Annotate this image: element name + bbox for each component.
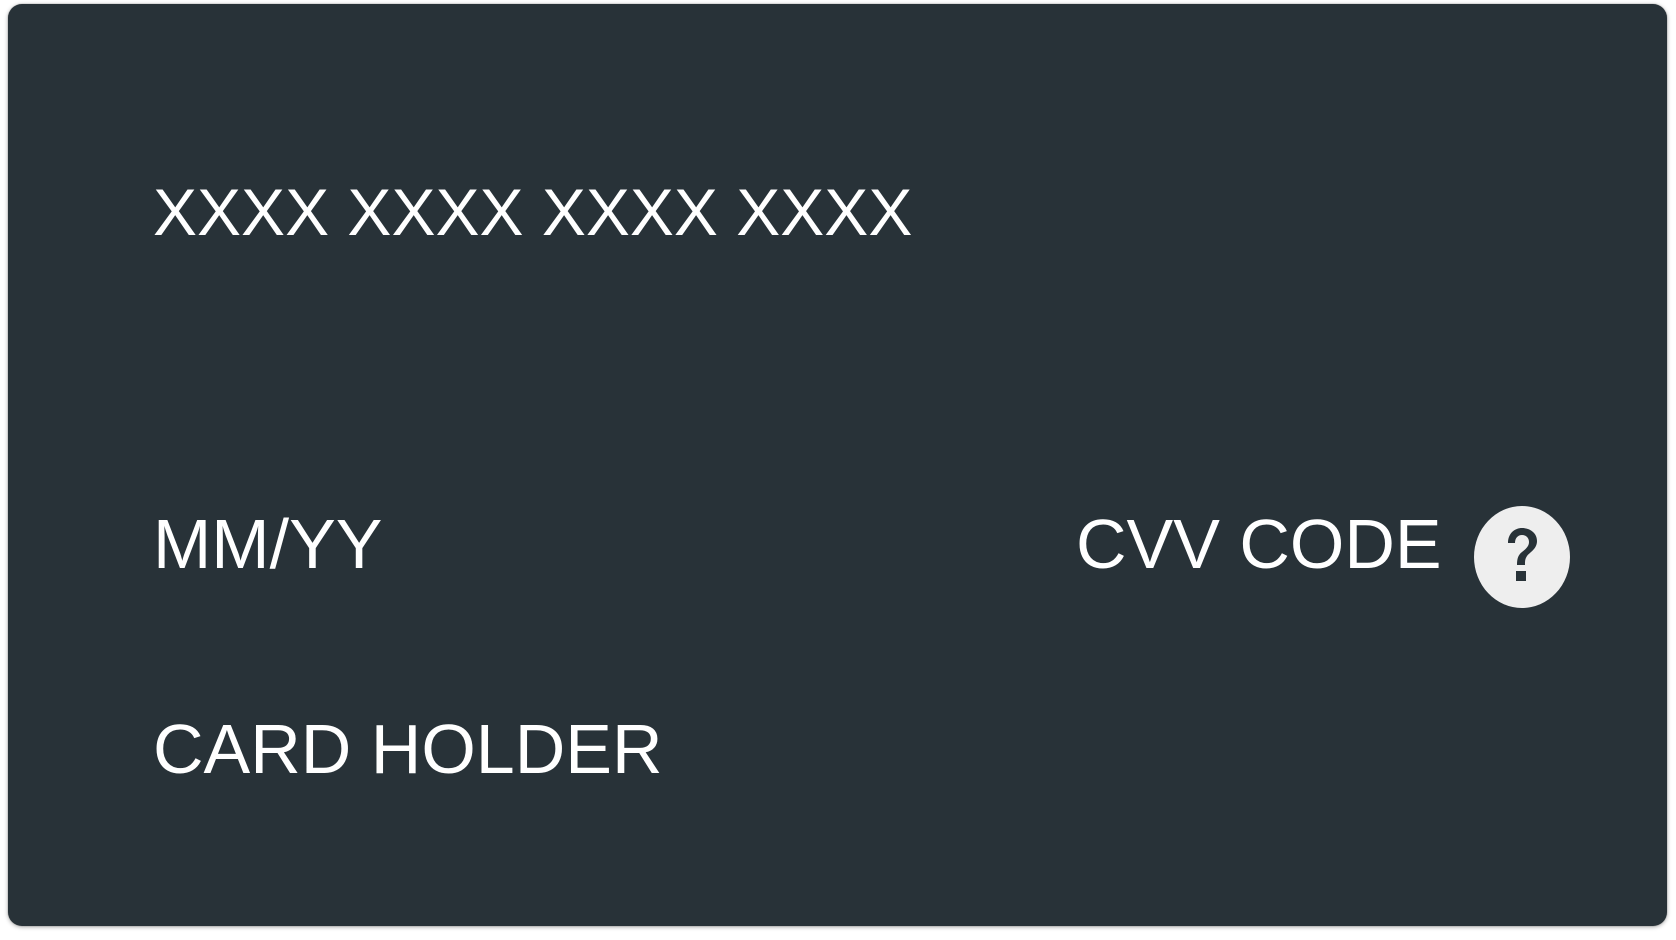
expiry-date-input[interactable]: MM/YY bbox=[153, 509, 382, 579]
cvv-help-button[interactable] bbox=[1474, 506, 1570, 608]
cvv-code-input[interactable]: CVV CODE bbox=[1076, 509, 1442, 579]
question-mark-icon bbox=[1500, 525, 1544, 589]
card-number-input[interactable]: XXXX XXXX XXXX XXXX bbox=[153, 179, 912, 245]
card-holder-input[interactable]: CARD HOLDER bbox=[153, 714, 663, 784]
credit-card-form: XXXX XXXX XXXX XXXX MM/YY CVV CODE CARD … bbox=[8, 4, 1667, 926]
